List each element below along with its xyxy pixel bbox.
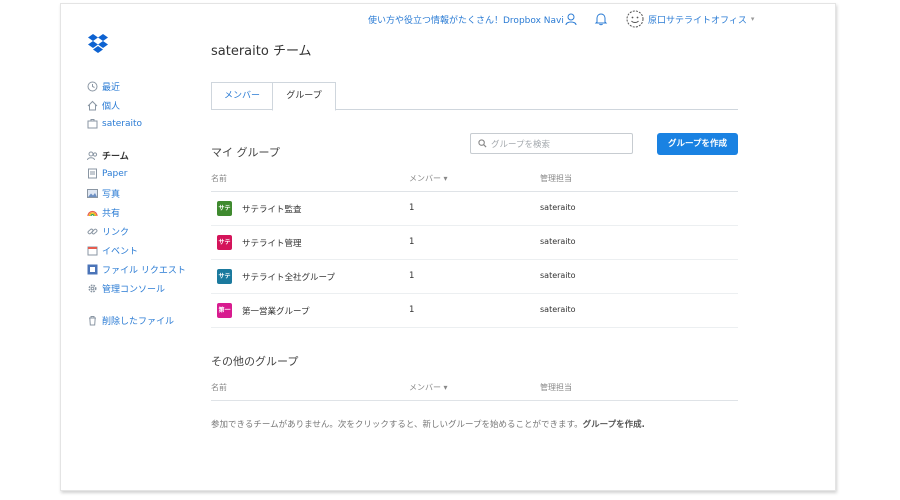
home-icon <box>87 100 98 111</box>
create-group-button[interactable]: グループを作成 <box>657 133 738 155</box>
sidebar-item-label: sateraito <box>102 118 143 129</box>
gear-icon <box>87 283 98 294</box>
sidebar-item-label: チーム <box>102 152 129 162</box>
sidebar-item-label: 最近 <box>102 83 121 93</box>
group-name[interactable]: サテライト監査 <box>242 203 302 215</box>
column-name[interactable]: 名前 <box>211 382 227 393</box>
sidebar-item-label: リンク <box>102 228 130 238</box>
table-row[interactable]: 第一 第一営業グループ 1 sateraito <box>211 294 738 328</box>
column-name[interactable]: 名前 <box>211 173 227 184</box>
calendar-icon <box>87 245 98 256</box>
sidebar-item-label: イベント <box>102 247 139 257</box>
my-groups-title: マイ グループ <box>211 146 280 159</box>
member-count: 1 <box>409 237 415 247</box>
sidebar-item-label: 管理コンソール <box>102 285 166 295</box>
sidebar-item-label: Paper <box>102 168 128 179</box>
smiley-avatar-icon <box>626 10 644 28</box>
sidebar-item-events[interactable]: イベント <box>87 244 138 257</box>
sidebar-item-shared[interactable]: 共有 <box>87 206 120 219</box>
user-icon[interactable] <box>564 11 578 26</box>
table-row[interactable]: サテ サテライト監査 1 sateraito <box>211 192 738 226</box>
group-search-input[interactable]: グループを検索 <box>470 133 633 154</box>
column-manager: 管理担当 <box>540 174 572 183</box>
file-request-icon <box>87 264 98 275</box>
member-count: 1 <box>409 203 415 213</box>
member-count: 1 <box>409 305 415 315</box>
sidebar-item-personal[interactable]: 個人 <box>87 99 120 112</box>
group-name[interactable]: 第一営業グループ <box>242 305 310 317</box>
briefcase-icon <box>87 118 98 129</box>
page-title: sateraito チーム <box>211 44 312 59</box>
sidebar-item-label: 共有 <box>102 209 121 219</box>
rainbow-icon <box>87 207 98 218</box>
column-manager: 管理担当 <box>540 383 572 392</box>
bell-icon[interactable] <box>594 11 608 26</box>
group-manager: sateraito <box>540 271 576 280</box>
sidebar-item-paper[interactable]: Paper <box>87 168 128 179</box>
search-icon <box>478 139 487 148</box>
my-groups-table-header: 名前 メンバー ▾ 管理担当 <box>211 171 738 192</box>
group-badge: サテ <box>217 235 232 250</box>
member-count: 1 <box>409 271 415 281</box>
column-members[interactable]: メンバー ▾ <box>409 382 448 393</box>
group-badge: 第一 <box>217 303 232 318</box>
no-groups-message: 参加できるチームがありません。次をクリックすると、新しいグループを始めることがで… <box>211 418 645 430</box>
sidebar-item-team[interactable]: チーム <box>87 149 129 162</box>
paper-icon <box>87 168 98 179</box>
chevron-down-icon: ▾ <box>750 15 755 23</box>
group-manager: sateraito <box>540 237 576 246</box>
link-icon <box>87 226 98 237</box>
people-icon <box>87 150 98 161</box>
tab-members[interactable]: メンバー <box>211 82 273 109</box>
sidebar-item-label: 削除したファイル <box>102 317 175 327</box>
tab-bar: メンバー グループ <box>211 82 738 111</box>
sidebar-item-links[interactable]: リンク <box>87 225 129 238</box>
sidebar-item-deleted-files[interactable]: 削除したファイル <box>87 314 174 327</box>
empty-message-text: 参加できるチームがありません。次をクリックすると、新しいグループを始めることがで… <box>211 420 583 430</box>
table-row[interactable]: サテ サテライト管理 1 sateraito <box>211 226 738 260</box>
sidebar-item-photos[interactable]: 写真 <box>87 187 120 200</box>
dropbox-navi-link[interactable]: 使い方や役立つ情報がたくさん！Dropbox Navi <box>368 13 564 26</box>
sidebar-item-label: ファイル リクエスト <box>102 266 186 276</box>
group-name[interactable]: サテライト管理 <box>242 237 302 249</box>
clock-icon <box>87 81 98 92</box>
sidebar-item-admin-console[interactable]: 管理コンソール <box>87 282 165 295</box>
other-groups-title: その他のグループ <box>211 355 299 368</box>
dropbox-logo[interactable] <box>87 33 109 57</box>
column-members[interactable]: メンバー ▾ <box>409 173 448 184</box>
sidebar-item-label: 写真 <box>102 190 121 200</box>
trash-icon <box>87 315 98 326</box>
group-name[interactable]: サテライト全社グループ <box>242 271 335 283</box>
sidebar-item-file-requests[interactable]: ファイル リクエスト <box>87 263 186 276</box>
account-name: 原口サテライトオフィス <box>648 15 747 26</box>
sidebar-item-sateraito[interactable]: sateraito <box>87 118 142 129</box>
photo-icon <box>87 188 98 199</box>
search-placeholder: グループを検索 <box>491 139 550 150</box>
other-groups-table-header: 名前 メンバー ▾ 管理担当 <box>211 380 738 401</box>
sidebar-item-label: 個人 <box>102 102 121 112</box>
group-badge: サテ <box>217 269 232 284</box>
create-group-link[interactable]: グループを作成. <box>583 420 645 430</box>
tab-groups[interactable]: グループ <box>272 82 336 111</box>
group-badge: サテ <box>217 201 232 216</box>
group-manager: sateraito <box>540 203 576 212</box>
sidebar-item-recent[interactable]: 最近 <box>87 80 120 93</box>
group-manager: sateraito <box>540 305 576 314</box>
table-row[interactable]: サテ サテライト全社グループ 1 sateraito <box>211 260 738 294</box>
account-menu[interactable]: 原口サテライトオフィス ▾ <box>626 10 754 28</box>
